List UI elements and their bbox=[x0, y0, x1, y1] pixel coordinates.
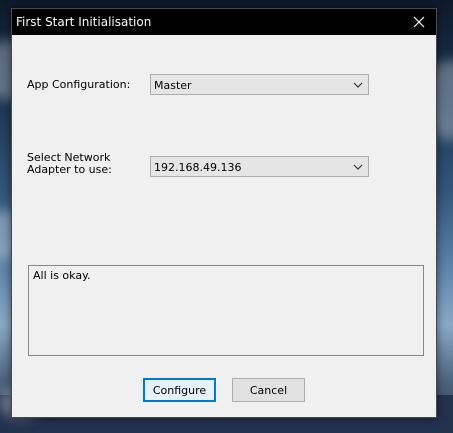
configure-button[interactable]: Configure bbox=[143, 378, 216, 402]
title-bar[interactable]: First Start Initialisation bbox=[12, 9, 436, 35]
close-button[interactable] bbox=[402, 9, 436, 35]
status-message-box[interactable]: All is okay. bbox=[28, 265, 424, 356]
network-adapter-dropdown[interactable]: 192.168.49.136 bbox=[150, 156, 369, 177]
status-message: All is okay. bbox=[33, 269, 91, 282]
app-configuration-dropdown[interactable]: Master bbox=[150, 74, 369, 95]
close-icon bbox=[413, 16, 425, 28]
chevron-down-icon bbox=[353, 164, 363, 170]
first-start-dialog: First Start Initialisation App Configura… bbox=[11, 8, 437, 418]
app-configuration-value: Master bbox=[154, 79, 192, 92]
network-adapter-value: 192.168.49.136 bbox=[154, 161, 242, 174]
cancel-button[interactable]: Cancel bbox=[232, 378, 305, 402]
chevron-down-icon bbox=[353, 82, 363, 88]
window-title: First Start Initialisation bbox=[16, 15, 152, 29]
app-configuration-label: App Configuration: bbox=[27, 78, 131, 91]
network-adapter-label-line2: Adapter to use: bbox=[27, 163, 112, 176]
